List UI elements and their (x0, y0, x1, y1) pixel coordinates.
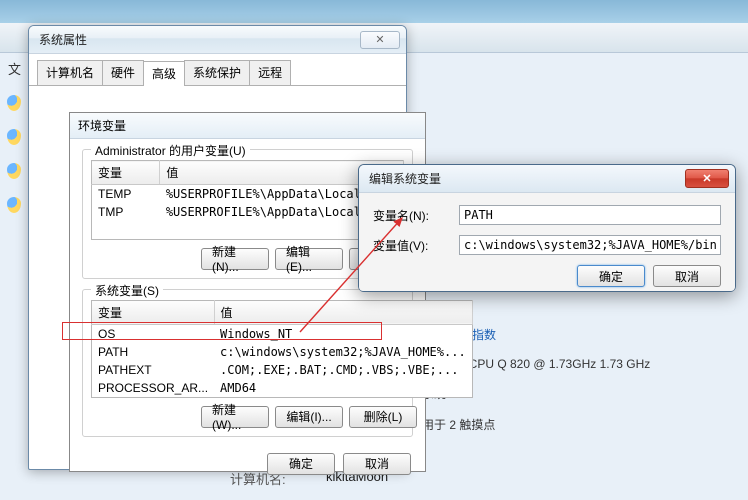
shield-icon (7, 129, 21, 145)
shield-icon (7, 197, 21, 213)
tab-advanced[interactable]: 高级 (143, 61, 185, 86)
edit-sys-var-button[interactable]: 编辑(I)... (275, 406, 343, 428)
system-variables-group: 系统变量(S) 变量 值 OS Windows_NT PATH c:\windo… (82, 289, 413, 437)
new-user-var-button[interactable]: 新建(N)... (201, 248, 269, 270)
editvar-title: 编辑系统变量 (365, 170, 685, 187)
env-title: 环境变量 (78, 117, 126, 134)
system-properties-title: 系统属性 (35, 31, 360, 48)
var-value-label: 变量值(V): (373, 237, 451, 254)
system-properties-titlebar[interactable]: 系统属性 ✕ (29, 26, 406, 54)
var-name-label: 变量名(N): (373, 207, 451, 224)
close-button[interactable]: ✕ (685, 169, 729, 188)
col-var[interactable]: 变量 (92, 300, 215, 324)
tab-remote[interactable]: 远程 (249, 60, 291, 85)
sysprop-tabs: 计算机名 硬件 高级 系统保护 远程 (29, 54, 406, 86)
system-properties-dialog: 系统属性 ✕ 计算机名 硬件 高级 系统保护 远程 环境变量 Administr… (28, 25, 407, 470)
user-variables-legend: Administrator 的用户变量(U) (91, 142, 250, 159)
var-value-input[interactable] (459, 235, 721, 255)
edit-user-var-button[interactable]: 编辑(E)... (275, 248, 343, 270)
close-icon: ✕ (702, 172, 711, 185)
system-variables-legend: 系统变量(S) (91, 282, 163, 299)
table-row[interactable]: PATHEXT .COM;.EXE;.BAT;.CMD;.VBS;.VBE;..… (92, 361, 473, 379)
system-variables-table[interactable]: 变量 值 OS Windows_NT PATH c:\windows\syste… (91, 300, 473, 398)
table-row[interactable]: PROCESSOR_AR... AMD64 (92, 379, 473, 398)
close-icon: ✕ (375, 33, 384, 46)
env-titlebar[interactable]: 环境变量 (70, 113, 425, 139)
env-ok-button[interactable]: 确定 (267, 453, 335, 475)
editvar-cancel-button[interactable]: 取消 (653, 265, 721, 287)
col-val[interactable]: 值 (214, 300, 472, 324)
touch-info: 可用于 2 触摸点 (410, 416, 740, 433)
table-row[interactable]: TEMP %USERPROFILE%\AppData\Local\Temp (92, 185, 404, 204)
table-row[interactable]: TMP %USERPROFILE%\AppData\Local\Temp (92, 203, 404, 221)
env-cancel-button[interactable]: 取消 (343, 453, 411, 475)
col-var[interactable]: 变量 (92, 161, 160, 185)
shield-icon (7, 95, 21, 111)
editvar-titlebar[interactable]: 编辑系统变量 ✕ (359, 165, 735, 193)
table-row[interactable]: OS Windows_NT (92, 324, 473, 343)
editvar-ok-button[interactable]: 确定 (577, 265, 645, 287)
var-name-input[interactable] (459, 205, 721, 225)
delete-sys-var-button[interactable]: 删除(L) (349, 406, 417, 428)
new-sys-var-button[interactable]: 新建(W)... (201, 406, 269, 428)
tab-hardware[interactable]: 硬件 (102, 60, 144, 85)
table-row-path[interactable]: PATH c:\windows\system32;%JAVA_HOME%... (92, 343, 473, 361)
tab-computer-name[interactable]: 计算机名 (37, 60, 103, 85)
edit-system-variable-dialog: 编辑系统变量 ✕ 变量名(N): 变量值(V): 确定 取消 (358, 164, 736, 292)
close-button[interactable]: ✕ (360, 31, 400, 49)
file-menu-truncated: 文 (8, 59, 21, 78)
tab-system-protection[interactable]: 系统保护 (184, 60, 250, 85)
shield-icon (7, 163, 21, 179)
